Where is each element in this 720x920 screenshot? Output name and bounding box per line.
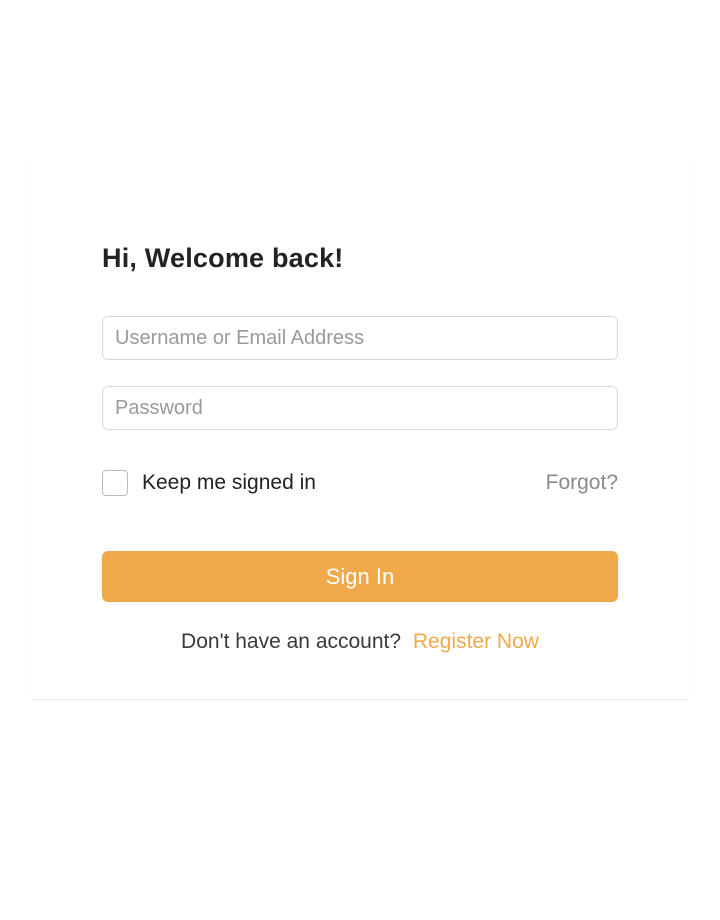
keep-signed-in-label: Keep me signed in: [142, 471, 316, 495]
password-input[interactable]: [102, 386, 618, 430]
keep-signed-in-checkbox[interactable]: [102, 470, 128, 496]
forgot-link[interactable]: Forgot?: [546, 471, 618, 495]
register-link[interactable]: Register Now: [413, 630, 539, 653]
login-card: Hi, Welcome back! Keep me signed in Forg…: [32, 155, 688, 700]
register-row: Don't have an account? Register Now: [102, 630, 618, 654]
keep-signed-in-group[interactable]: Keep me signed in: [102, 470, 316, 496]
sign-in-button[interactable]: Sign In: [102, 551, 618, 602]
options-row: Keep me signed in Forgot?: [102, 470, 618, 496]
username-input[interactable]: [102, 316, 618, 360]
login-heading: Hi, Welcome back!: [102, 243, 618, 274]
register-prompt: Don't have an account?: [181, 630, 401, 653]
